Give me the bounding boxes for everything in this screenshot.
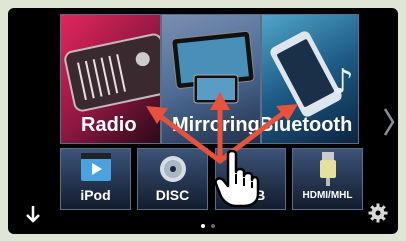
hand-pointer-icon bbox=[214, 150, 260, 208]
home-screen: Radio Mirroring ♪ Bluetooth iPod DISC HD… bbox=[8, 8, 398, 234]
swipe-arrows-overlay bbox=[146, 92, 298, 164]
